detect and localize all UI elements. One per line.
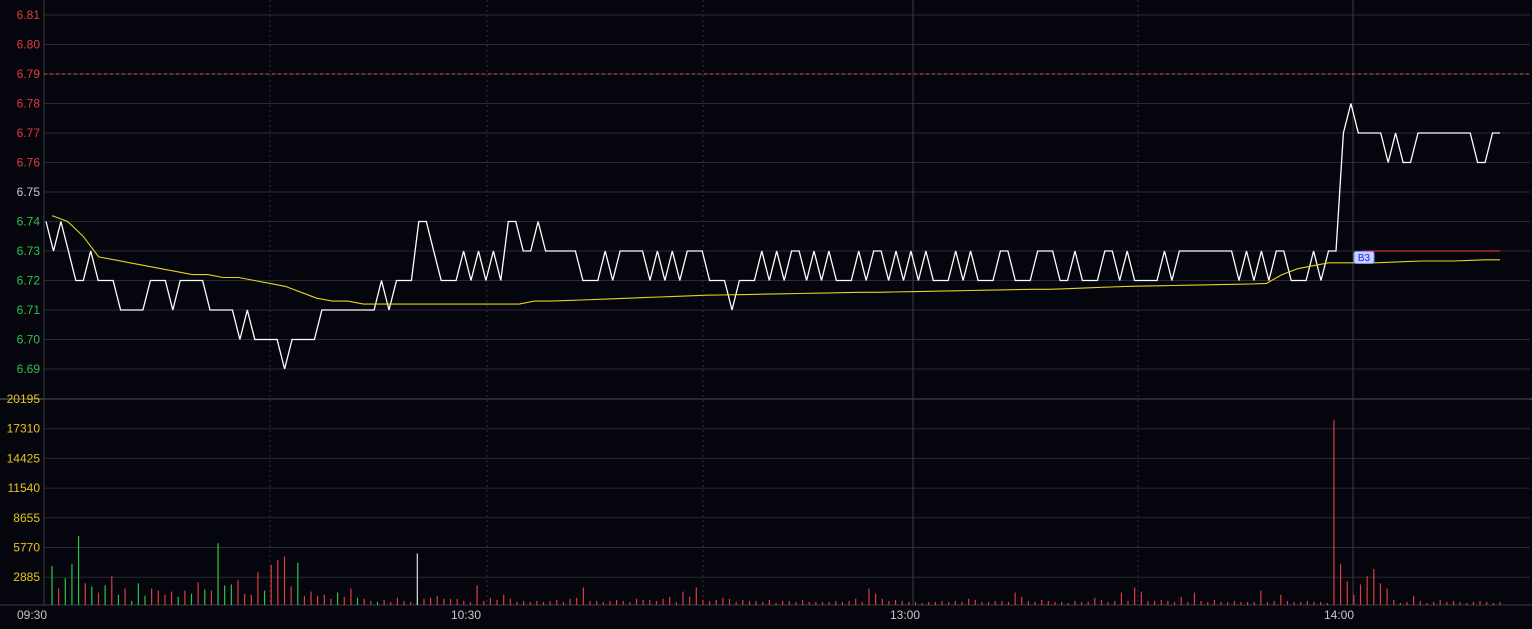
- time-tick-label: 13:00: [890, 608, 920, 622]
- time-tick-label: 09:30: [17, 608, 47, 622]
- price-tick-label: 6.71: [17, 303, 41, 317]
- volume-tick-label: 11540: [8, 481, 41, 495]
- volume-tick-label: 14425: [7, 451, 41, 465]
- price-tick-label: 6.81: [17, 8, 41, 22]
- price-tick-label: 6.73: [17, 244, 41, 258]
- volume-tick-label: 2885: [13, 570, 40, 584]
- order-marker-label: B3: [1358, 253, 1371, 264]
- chart-background: [0, 0, 1532, 629]
- price-tick-label: 6.78: [17, 97, 41, 111]
- volume-tick-label: 5770: [13, 541, 40, 555]
- intraday-chart: B3 6.81 6.80 6.79 6.78 6.77 6.76 6.75 6.74 6.73 6…: [0, 0, 1532, 629]
- price-tick-label: 6.74: [17, 215, 41, 229]
- price-tick-label: 6.80: [17, 38, 41, 52]
- time-tick-label: 10:30: [451, 608, 481, 622]
- price-tick-label: 6.75: [17, 185, 41, 199]
- volume-tick-label: 20195: [7, 392, 41, 406]
- volume-tick-label: 8655: [13, 511, 40, 525]
- time-tick-label: 14:00: [1324, 608, 1354, 622]
- volume-tick-label: 17310: [7, 422, 41, 436]
- price-tick-label: 6.69: [17, 362, 41, 376]
- price-tick-label: 6.79: [17, 67, 41, 81]
- price-tick-label: 6.77: [17, 126, 41, 140]
- price-tick-label: 6.76: [17, 156, 41, 170]
- price-tick-label: 6.70: [17, 333, 41, 347]
- price-tick-label: 6.72: [17, 274, 41, 288]
